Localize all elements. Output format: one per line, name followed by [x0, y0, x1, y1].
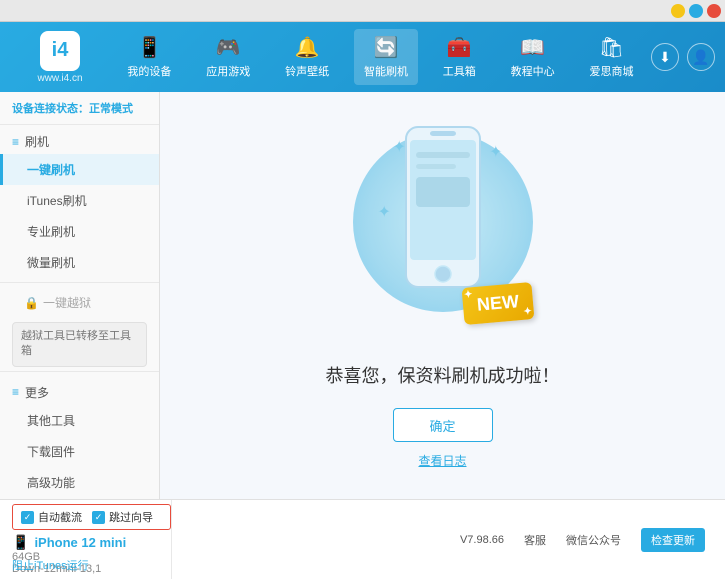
success-text: 恭喜您，保资料刷机成功啦！	[326, 362, 560, 388]
store-icon: 🛍	[599, 35, 624, 60]
sparkle-3: ✦	[378, 202, 391, 222]
sidebar: 设备连接状态：正常模式 ≡ 刷机 一键刷机 iTunes刷机 专业刷机 微量刷机…	[0, 92, 160, 499]
nav-label-apps: 应用游戏	[206, 63, 250, 79]
wechat-official-link[interactable]: 微信公众号	[566, 532, 621, 548]
new-badge-text: NEW	[476, 291, 520, 315]
device-name-row: 📱 iPhone 12 mini	[12, 534, 171, 551]
logo-subtitle: www.i4.cn	[37, 73, 82, 84]
logo-text: i4	[52, 39, 69, 62]
confirm-label: 确定	[429, 416, 455, 435]
nav-label-smart-flash: 智能刷机	[364, 63, 408, 79]
nav-item-ringtones[interactable]: 🔔 铃声壁纸	[275, 29, 339, 85]
sidebar-disabled-box: 越狱工具已转移至工具箱	[12, 322, 147, 367]
nav-label-ringtones: 铃声壁纸	[285, 63, 329, 79]
header: i4 www.i4.cn 📱 我的设备 🎮 应用游戏 🔔 铃声壁纸 🔄 智能刷机…	[0, 22, 725, 92]
sidebar-item-micro-flash[interactable]: 微量刷机	[0, 247, 159, 278]
more-section-header: ≡ 更多	[0, 376, 159, 405]
nav-label-store: 爱思商城	[589, 63, 633, 79]
sidebar-item-advanced[interactable]: 高级功能	[0, 467, 159, 498]
disabled-box-text: 越狱工具已转移至工具箱	[21, 330, 131, 357]
bottom-left: ✓ 自动截流 ✓ 跳过向导 📱 iPhone 12 mini 64GB Down…	[12, 500, 172, 579]
nav-label-tutorials: 教程中心	[511, 63, 555, 79]
nav-label-my-device: 我的设备	[127, 63, 171, 79]
header-actions: ⬇ 👤	[651, 43, 715, 71]
nav-item-tutorials[interactable]: 📖 教程中心	[501, 29, 565, 85]
smart-flash-icon: 🔄	[374, 35, 399, 60]
version-text: V7.98.66	[460, 534, 504, 546]
nav-item-store[interactable]: 🛍 爱思商城	[579, 29, 643, 85]
phone-illustration: ✦ ✦ ✦ NEW	[343, 122, 543, 342]
more-section-label: 更多	[25, 384, 49, 401]
nav-item-toolbox[interactable]: 🧰 工具箱	[433, 29, 486, 85]
close-button[interactable]	[707, 4, 721, 18]
lock-icon: 🔒	[24, 296, 39, 310]
checkbox-auto-box: ✓	[21, 511, 34, 524]
sidebar-item-download-firmware[interactable]: 下载固件	[0, 436, 159, 467]
more-section-icon: ≡	[12, 385, 19, 399]
nav-bar: 📱 我的设备 🎮 应用游戏 🔔 铃声壁纸 🔄 智能刷机 🧰 工具箱 📖 教程中心…	[110, 29, 651, 85]
itunes-status-link[interactable]: 阻止iTunes运行	[12, 557, 89, 573]
user-button[interactable]: 👤	[687, 43, 715, 71]
bottom-right: V7.98.66 客服 微信公众号 检查更新	[172, 528, 713, 552]
check-update-button[interactable]: 检查更新	[641, 528, 705, 552]
confirm-button[interactable]: 确定	[393, 408, 493, 442]
new-badge: NEW	[461, 282, 534, 325]
sidebar-divider-2	[0, 371, 159, 372]
view-log-link[interactable]: 查看日志	[418, 452, 466, 469]
device-phone-icon: 📱	[12, 534, 29, 551]
sidebar-status: 设备连接状态：正常模式	[0, 92, 159, 125]
device-icon: 📱	[137, 35, 162, 60]
status-value: 正常模式	[89, 103, 133, 115]
status-label: 设备连接状态：	[12, 103, 89, 115]
flash-section-header: ≡ 刷机	[0, 125, 159, 154]
sidebar-divider-1	[0, 282, 159, 283]
logo-area: i4 www.i4.cn	[10, 31, 110, 84]
sidebar-greyed-jailbreak: 🔒 一键越狱	[0, 287, 159, 318]
bottom-checkboxes: ✓ 自动截流 ✓ 跳过向导	[12, 504, 171, 530]
nav-item-smart-flash[interactable]: 🔄 智能刷机	[354, 29, 418, 85]
sidebar-item-itunes-flash[interactable]: iTunes刷机	[0, 185, 159, 216]
ringtones-icon: 🔔	[295, 35, 320, 60]
device-name-text: iPhone 12 mini	[34, 535, 126, 550]
logo-icon: i4	[40, 31, 80, 71]
maximize-button[interactable]	[689, 4, 703, 18]
content-area: ✦ ✦ ✦ NEW 恭喜您，保资料刷机成功啦！	[160, 92, 725, 499]
toolbox-icon: 🧰	[447, 35, 472, 60]
phone-svg	[398, 122, 488, 292]
sparkle-2: ✦	[489, 142, 502, 162]
minimize-button[interactable]	[671, 4, 685, 18]
sidebar-item-other-tools[interactable]: 其他工具	[0, 405, 159, 436]
nav-label-toolbox: 工具箱	[443, 63, 476, 79]
sidebar-item-one-click-flash[interactable]: 一键刷机	[0, 154, 159, 185]
tutorials-icon: 📖	[520, 35, 545, 60]
bottom-bar: ✓ 自动截流 ✓ 跳过向导 📱 iPhone 12 mini 64GB Down…	[0, 499, 725, 579]
download-button[interactable]: ⬇	[651, 43, 679, 71]
nav-item-apps[interactable]: 🎮 应用游戏	[196, 29, 260, 85]
flash-section-label: 刷机	[25, 133, 49, 150]
title-bar	[0, 0, 725, 22]
nav-item-my-device[interactable]: 📱 我的设备	[117, 29, 181, 85]
flash-section-icon: ≡	[12, 135, 19, 149]
sidebar-item-pro-flash[interactable]: 专业刷机	[0, 216, 159, 247]
checkbox-skip-box: ✓	[92, 511, 105, 524]
main-container: 设备连接状态：正常模式 ≡ 刷机 一键刷机 iTunes刷机 专业刷机 微量刷机…	[0, 92, 725, 499]
greyed-label: 一键越狱	[43, 294, 91, 311]
customer-service-link[interactable]: 客服	[524, 532, 546, 548]
apps-icon: 🎮	[216, 35, 241, 60]
